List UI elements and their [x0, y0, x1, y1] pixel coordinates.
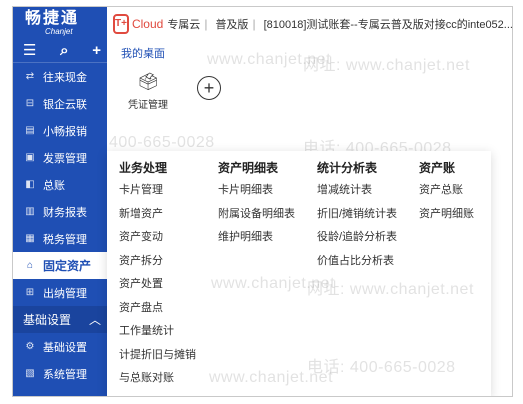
sidebar-item-basic-settings[interactable]: ⚙ 基础设置 — [13, 333, 107, 360]
sidebar-item-label: 财务报表 — [43, 206, 87, 219]
sidebar-item-label: 发票管理 — [43, 152, 87, 165]
sidebar-item-label: 基础设置 — [43, 341, 87, 354]
divider: | — [252, 16, 256, 31]
tax-icon: ▦ — [25, 233, 35, 244]
sidebar-item-label: 往来现金 — [43, 71, 87, 84]
shortcut-voucher[interactable]: 🗳 凭证管理 — [121, 72, 175, 111]
menu-item[interactable]: 卡片明细表 — [218, 179, 295, 203]
sidebar-toolbar: ☰ ⌕ + — [13, 40, 107, 63]
bank-icon: ⊟ — [25, 98, 35, 109]
menu-column-statistics: 统计分析表 增减统计表 折旧/摊销统计表 役龄/追龄分析表 价值占比分析表 — [317, 157, 397, 273]
account-selector[interactable]: [810018]测试账套--专属云普及版对接cc的inte052... — [264, 16, 512, 32]
menu-item[interactable]: 折旧/摊销统计表 — [317, 203, 397, 227]
sidebar-section-label: 基础设置 — [23, 313, 72, 327]
sidebar-item-reports[interactable]: ▥ 财务报表 — [13, 198, 107, 225]
menu-item[interactable]: 维护明细表 — [218, 226, 295, 250]
menu-item[interactable]: 工作量统计 — [119, 320, 196, 344]
sidebar-item-label: 税务管理 — [43, 233, 87, 246]
invoice-icon: ▣ — [25, 152, 35, 163]
menu-item[interactable]: 价值占比分析表 — [317, 250, 397, 274]
menu-item[interactable]: 资产拆分 — [119, 250, 196, 274]
app-logo: T+ — [113, 13, 129, 34]
menu-icon[interactable]: ☰ — [23, 40, 36, 62]
menu-column-title: 资产明细表 — [218, 161, 279, 175]
sidebar-item-bank[interactable]: ⊟ 银企云联 — [13, 90, 107, 117]
report-icon: ▥ — [25, 206, 35, 217]
topbar: T+ Cloud 专属云 | 普及版 | [810018]测试账套--专属云普及… — [107, 7, 512, 41]
sidebar-item-invoice[interactable]: ▣ 发票管理 — [13, 144, 107, 171]
menu-item[interactable]: 新增资产 — [119, 203, 196, 227]
sidebar-section-basic[interactable]: 基础设置 ︿ — [13, 306, 107, 333]
receipt-icon: ▤ — [25, 125, 35, 136]
brand-logo: 畅捷通 Chanjet — [13, 7, 107, 40]
cashier-icon: ⊞ — [25, 287, 35, 298]
sidebar-item-wanglai[interactable]: ⇄ 往来现金 — [13, 63, 107, 90]
sidebar-item-label: 出纳管理 — [43, 287, 87, 300]
sidebar-item-ledger[interactable]: ◧ 总账 — [13, 171, 107, 198]
chevron-up-icon[interactable]: ︿ — [89, 311, 101, 328]
menu-column-title: 资产账 — [419, 161, 456, 175]
brand-name-en: Chanjet — [45, 26, 73, 36]
menu-item[interactable]: 增减统计表 — [317, 179, 397, 203]
sidebar-item-label: 银企云联 — [43, 98, 87, 111]
menu-item[interactable]: 附属设备明细表 — [218, 203, 295, 227]
sidebar-item-label: 总账 — [43, 179, 65, 192]
exchange-icon: ⇄ — [25, 71, 35, 82]
voucher-icon: 🗳 — [137, 72, 159, 91]
menu-item[interactable]: 役龄/追龄分析表 — [317, 226, 397, 250]
menu-item[interactable]: 计提折旧与摊销 — [119, 344, 196, 368]
menu-item[interactable]: 卡片管理 — [119, 179, 196, 203]
search-icon[interactable]: ⌕ — [60, 40, 68, 62]
divider: | — [204, 16, 208, 31]
brand-name-cn: 畅捷通 — [25, 9, 80, 27]
menu-column-title: 统计分析表 — [317, 161, 378, 175]
plan-label: 普及版 — [215, 18, 249, 31]
menu-column-business: 业务处理 卡片管理 新增资产 资产变动 资产拆分 资产处置 资产盘点 工作量统计… — [119, 157, 196, 391]
menu-item[interactable]: 与总账对账 — [119, 367, 196, 391]
sidebar-item-cashier[interactable]: ⊞ 出纳管理 — [13, 279, 107, 306]
sidebar-item-label: 系统管理 — [43, 368, 87, 381]
building-icon: ⌂ — [26, 260, 34, 271]
cloud-label: Cloud — [131, 16, 164, 31]
watermark: 网址: www.chanjet.net — [307, 281, 474, 298]
tab-bar: 我的桌面 — [107, 40, 512, 65]
menu-item[interactable]: 资产处置 — [119, 273, 196, 297]
menu-column-details: 资产明细表 卡片明细表 附属设备明细表 维护明细表 — [218, 157, 295, 250]
menu-item[interactable]: 资产盘点 — [119, 297, 196, 321]
app-window: 畅捷通 Chanjet ☰ ⌕ + ⇄ 往来现金 ⊟ 银企云联 ▤ 小畅报销 ▣… — [12, 6, 513, 397]
edition-label: 专属云 — [167, 18, 201, 31]
add-shortcut-button[interactable]: + — [197, 76, 221, 100]
system-icon: ▧ — [25, 368, 35, 379]
menu-item[interactable]: 资产变动 — [119, 226, 196, 250]
menu-item[interactable]: 资产总账 — [419, 179, 474, 203]
sidebar-item-label: 固定资产 — [43, 259, 92, 273]
ledger-icon: ◧ — [25, 179, 35, 190]
sidebar-item-tax[interactable]: ▦ 税务管理 — [13, 225, 107, 252]
sidebar-item-fixed-assets[interactable]: ⌂ 固定资产 — [13, 252, 107, 279]
menu-column-ledger: 资产账 资产总账 资产明细账 — [419, 157, 474, 226]
menu-item[interactable]: 资产明细账 — [419, 203, 474, 227]
sidebar-item-system[interactable]: ▧ 系统管理 — [13, 360, 107, 387]
shortcut-label: 凭证管理 — [128, 100, 168, 111]
watermark: 电话: 400-665-0028 — [307, 359, 456, 376]
sidebar-item-reimburse[interactable]: ▤ 小畅报销 — [13, 117, 107, 144]
gear-icon: ⚙ — [25, 341, 35, 352]
plus-icon[interactable]: + — [92, 40, 101, 62]
sidebar-item-label: 小畅报销 — [43, 125, 87, 138]
watermark: www.chanjet.net — [211, 275, 336, 292]
menu-column-title: 业务处理 — [119, 161, 168, 175]
fixed-assets-menu: 业务处理 卡片管理 新增资产 资产变动 资产拆分 资产处置 资产盘点 工作量统计… — [107, 151, 491, 396]
sidebar: 畅捷通 Chanjet ☰ ⌕ + ⇄ 往来现金 ⊟ 银企云联 ▤ 小畅报销 ▣… — [13, 7, 107, 396]
